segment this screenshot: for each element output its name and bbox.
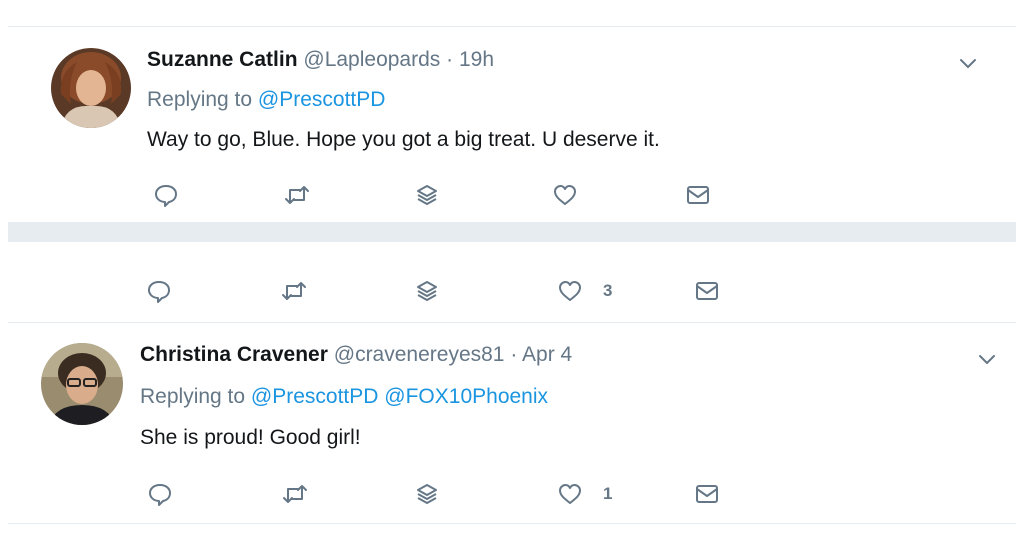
timestamp[interactable]: 19h — [459, 48, 494, 71]
retweet-icon — [282, 282, 306, 300]
direct-message-button[interactable] — [684, 181, 712, 209]
tweet-header: Christina Cravener @cravenereyes81 · Apr… — [140, 342, 572, 368]
timestamp[interactable]: Apr 4 — [522, 343, 572, 366]
like-count: 3 — [603, 281, 613, 300]
author-handle[interactable]: @Lapleopards — [303, 48, 440, 71]
stack-icon — [417, 185, 437, 205]
author-handle[interactable]: @cravenereyes81 — [334, 343, 505, 366]
avatar[interactable] — [51, 48, 131, 128]
chevron-down-icon — [979, 355, 995, 364]
reply-button[interactable] — [145, 277, 173, 305]
separator: · — [446, 48, 454, 71]
retweet-icon — [283, 485, 307, 503]
direct-message-button[interactable] — [693, 277, 721, 305]
share-stack-button[interactable] — [413, 277, 441, 305]
reply-icon — [149, 484, 171, 506]
chevron-down-icon — [960, 59, 976, 68]
mention-link[interactable]: @FOX10Phoenix — [384, 385, 548, 408]
tweet-text: She is proud! Good girl! — [140, 426, 361, 449]
tweet-text: Way to go, Blue. Hope you got a big trea… — [147, 128, 660, 151]
direct-message-button[interactable] — [693, 480, 721, 508]
more-options-button[interactable] — [975, 347, 999, 371]
retweet-button[interactable] — [283, 181, 311, 209]
direct-message-icon — [696, 485, 718, 503]
retweet-icon — [285, 186, 309, 204]
replying-to: Replying to @PrescottPD @FOX10Phoenix — [140, 384, 548, 410]
mention-link[interactable]: @PrescottPD — [251, 385, 379, 408]
share-stack-button[interactable] — [413, 181, 441, 209]
divider — [8, 322, 1016, 323]
reply-icon — [148, 281, 170, 303]
separator: · — [510, 343, 518, 366]
avatar[interactable] — [41, 343, 123, 425]
replying-to: Replying to @PrescottPD — [147, 87, 385, 113]
mention-link[interactable]: @PrescottPD — [258, 88, 386, 111]
reply-icon — [155, 185, 177, 207]
author-name[interactable]: Christina Cravener — [140, 343, 328, 366]
like-button[interactable] — [556, 480, 584, 508]
heart-icon — [554, 185, 576, 205]
divider — [8, 523, 1016, 524]
tweet-header: Suzanne Catlin @Lapleopards · 19h — [147, 47, 494, 73]
heart-icon — [559, 281, 581, 301]
avatar-image — [51, 48, 131, 128]
divider — [8, 26, 1016, 27]
more-options-button[interactable] — [956, 51, 980, 75]
avatar-image — [41, 343, 123, 425]
reply-button[interactable] — [152, 181, 180, 209]
reply-button[interactable] — [146, 480, 174, 508]
retweet-button[interactable] — [281, 480, 309, 508]
direct-message-icon — [696, 282, 718, 300]
section-separator — [8, 222, 1016, 242]
direct-message-icon — [687, 186, 709, 204]
stack-icon — [417, 484, 437, 504]
like-button[interactable] — [556, 277, 584, 305]
like-button[interactable] — [551, 181, 579, 209]
like-count: 1 — [603, 484, 613, 503]
replying-label: Replying to — [140, 385, 246, 408]
author-name[interactable]: Suzanne Catlin — [147, 48, 298, 71]
retweet-button[interactable] — [280, 277, 308, 305]
replying-label: Replying to — [147, 88, 253, 111]
stack-icon — [417, 281, 437, 301]
heart-icon — [559, 484, 581, 504]
share-stack-button[interactable] — [413, 480, 441, 508]
